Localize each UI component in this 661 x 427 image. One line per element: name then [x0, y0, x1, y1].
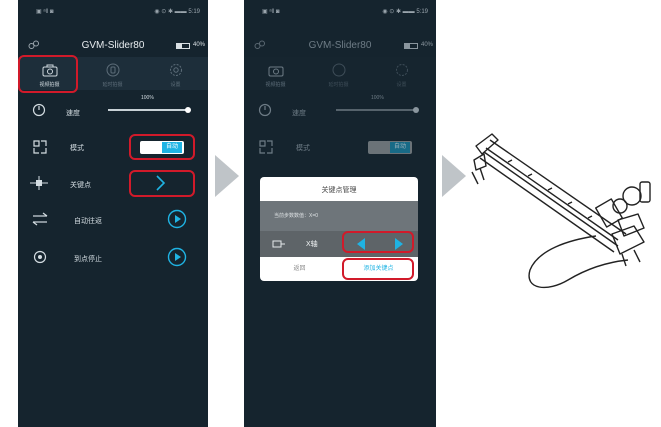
- highlight-add-keypoint: [342, 258, 414, 280]
- axis-icon: [272, 239, 286, 249]
- highlight-axis-arrows: [342, 231, 414, 253]
- status-right: ◉ ⊙ ✱ ▬▬ 5:19: [154, 9, 200, 15]
- phone-screen-main: ▣ ᵃll ◙ ◉ ⊙ ✱ ▬▬ 5:19 GVM-Slider80 40% 视…: [18, 0, 208, 427]
- tab-timelapse-label: 延时拍摄: [102, 82, 123, 88]
- speed-slider-2[interactable]: [336, 109, 416, 111]
- speed-label-2: 速度: [292, 110, 306, 117]
- camera-slider-illustration: [468, 110, 661, 310]
- tab-video-label-2: 视频拍摄: [265, 82, 286, 88]
- battery-icon: [176, 43, 190, 49]
- speed-icon-2: [258, 103, 272, 117]
- tab-settings-label-2: 设置: [396, 82, 407, 88]
- tab-settings[interactable]: 设置: [144, 57, 207, 90]
- highlight-tab-video: [18, 55, 78, 93]
- auto-return-label: 自动往返: [74, 218, 102, 225]
- mode-toggle-on-2: 自动: [390, 142, 410, 153]
- mode-label: 模式: [70, 145, 84, 152]
- speed-value: 100%: [141, 95, 154, 101]
- dialog-info: 当前步数数值：X=0: [274, 213, 319, 219]
- speed-value-2: 100%: [371, 95, 384, 101]
- timelapse-icon-2: [332, 63, 346, 77]
- status-right-2: ◉ ⊙ ✱ ▬▬ 5:19: [382, 9, 428, 15]
- battery-text: 40%: [193, 42, 206, 48]
- auto-return-play-button[interactable]: [167, 209, 187, 229]
- status-bar: ▣ ᵃll ◙ ◉ ⊙ ✱ ▬▬ 5:19: [18, 8, 208, 18]
- mode-icon: [32, 139, 48, 155]
- timelapse-icon: [106, 63, 120, 77]
- gear-icon: [169, 63, 183, 77]
- dialog-cancel-button[interactable]: 返回: [260, 263, 339, 272]
- speed-label: 速度: [66, 110, 80, 117]
- tab-timelapse[interactable]: 延时拍摄: [81, 57, 144, 90]
- camera-icon-2: [268, 64, 284, 77]
- swap-icon: [32, 212, 48, 226]
- stop-at-point-label: 到点停止: [74, 256, 102, 263]
- status-left-2: ▣ ᵃll ◙: [262, 9, 280, 15]
- keypoint-label: 关键点: [70, 182, 91, 189]
- mode-icon-2: [258, 139, 274, 155]
- speed-slider-thumb[interactable]: [185, 107, 191, 113]
- axis-label: X轴: [306, 241, 318, 248]
- tab-bar-2: 视频拍摄 延时拍摄 设置: [244, 57, 436, 90]
- flow-arrow-2: [442, 155, 466, 197]
- keypoint-icon: [30, 175, 48, 191]
- dialog-title: 关键点管理: [321, 187, 357, 194]
- tab-settings-label: 设置: [170, 82, 181, 88]
- tab-timelapse-label-2: 延时拍摄: [328, 82, 349, 88]
- tab-video-2[interactable]: 视频拍摄: [244, 57, 307, 90]
- stop-at-point-play-button[interactable]: [167, 247, 187, 267]
- battery-text-2: 40%: [421, 42, 434, 48]
- battery-icon-2: [404, 43, 418, 49]
- tab-timelapse-2[interactable]: 延时拍摄: [307, 57, 370, 90]
- gear-icon-2: [395, 63, 409, 77]
- highlight-keypoint-arrow: [129, 170, 195, 197]
- tab-settings-2[interactable]: 设置: [370, 57, 433, 90]
- mode-label-2: 模式: [296, 145, 310, 152]
- highlight-mode-toggle: [129, 134, 195, 160]
- mode-toggle-2[interactable]: 自动: [368, 141, 412, 154]
- speed-slider-thumb-2[interactable]: [413, 107, 419, 113]
- target-icon: [33, 250, 47, 264]
- flow-arrow-1: [215, 155, 239, 197]
- speed-icon: [32, 103, 46, 117]
- status-left: ▣ ᵃll ◙: [36, 9, 54, 15]
- speed-slider[interactable]: [108, 109, 188, 111]
- phone-screen-dialog: ▣ ᵃll ◙ ◉ ⊙ ✱ ▬▬ 5:19 GVM-Slider80 40% 视…: [244, 0, 436, 427]
- status-bar-2: ▣ ᵃll ◙ ◉ ⊙ ✱ ▬▬ 5:19: [244, 8, 436, 18]
